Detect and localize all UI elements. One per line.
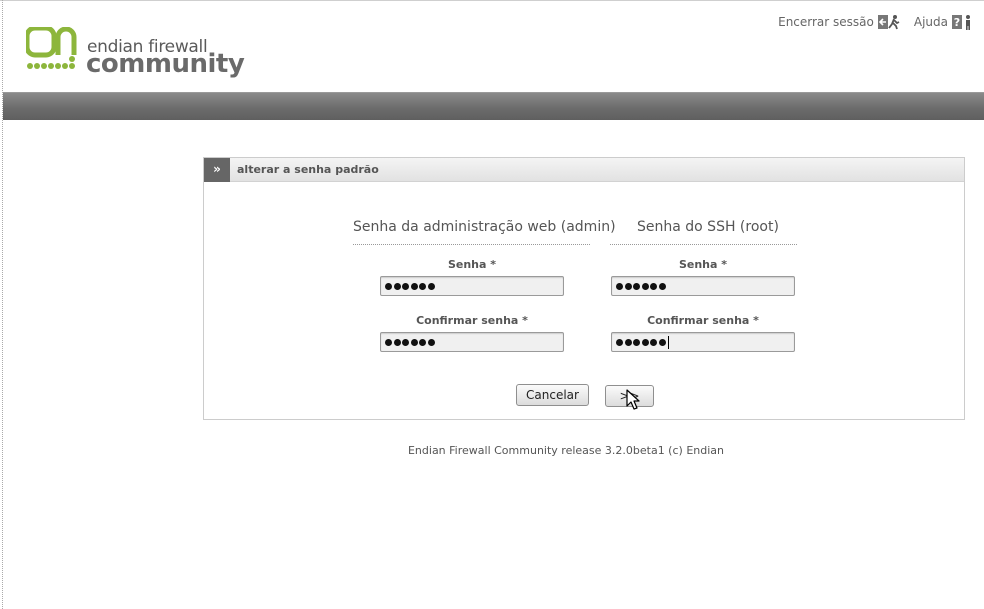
admin-confirm-label: Confirmar senha * [416, 314, 528, 327]
logout-link-label: Encerrar sessão [778, 15, 874, 29]
logout-icon [877, 15, 900, 30]
cancel-button[interactable]: Cancelar [516, 384, 589, 406]
top-border [0, 0, 984, 1]
change-password-panel: » alterar a senha padrão Senha da admini… [203, 157, 965, 420]
panel-header: » alterar a senha padrão [204, 158, 964, 182]
ssh-confirm-label: Confirmar senha * [647, 314, 759, 327]
logo-text-line2: community [86, 49, 245, 79]
top-links: Encerrar sessão Ajuda ? [778, 12, 974, 32]
panel-toggle-button[interactable]: » [204, 158, 230, 182]
ssh-heading-divider [610, 244, 797, 245]
admin-confirm-mask [385, 333, 436, 351]
ssh-confirm-input[interactable] [611, 332, 795, 352]
help-link[interactable]: Ajuda ? [914, 14, 974, 30]
ssh-password-heading: Senha do SSH (root) [637, 219, 779, 235]
panel-title: alterar a senha padrão [237, 163, 379, 176]
ssh-password-input[interactable] [611, 276, 795, 296]
ssh-password-label: Senha * [678, 258, 728, 271]
text-caret [668, 335, 669, 349]
ssh-confirm-mask [616, 333, 669, 351]
endian-logo-icon [26, 27, 77, 69]
admin-password-label: Senha * [447, 258, 497, 271]
footer-text: Endian Firewall Community release 3.2.0b… [407, 444, 724, 457]
endian-logo: endian firewall community [26, 27, 245, 79]
help-link-label: Ajuda [913, 15, 948, 29]
admin-password-heading: Senha da administração web (admin) [353, 219, 616, 235]
admin-password-input[interactable] [380, 276, 564, 296]
admin-password-mask [385, 277, 436, 295]
ssh-password-mask [616, 277, 667, 295]
admin-confirm-input[interactable] [380, 332, 564, 352]
mouse-cursor-icon [626, 389, 640, 410]
navigation-bar [3, 92, 984, 120]
help-icon: ? [952, 15, 970, 30]
svg-text:?: ? [954, 16, 960, 29]
logout-link[interactable]: Encerrar sessão [778, 14, 900, 30]
admin-heading-divider [353, 244, 590, 245]
